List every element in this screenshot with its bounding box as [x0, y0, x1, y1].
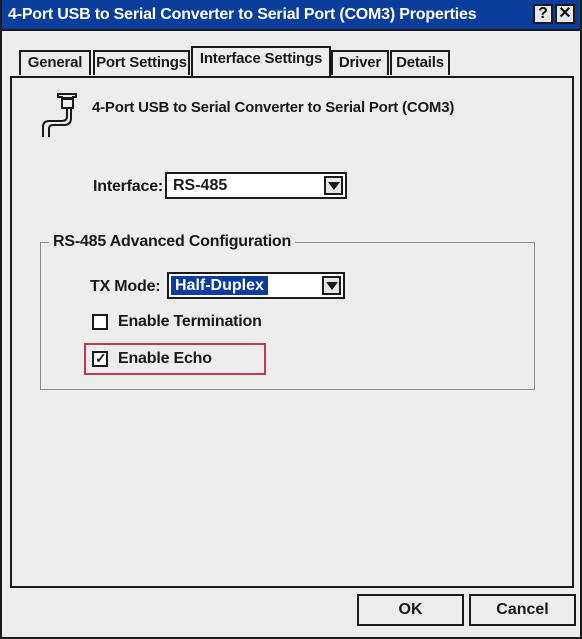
chevron-down-icon[interactable]	[322, 276, 341, 295]
tx-mode-label: TX Mode:	[90, 278, 161, 295]
device-name: 4-Port USB to Serial Converter to Serial…	[92, 99, 455, 116]
enable-termination-label[interactable]: Enable Termination	[118, 313, 262, 331]
enable-echo-label[interactable]: Enable Echo	[118, 350, 212, 368]
tab-driver[interactable]: Driver	[331, 50, 389, 75]
interface-value: RS-485	[173, 177, 228, 194]
help-button[interactable]: ?	[533, 4, 553, 24]
tab-port-settings[interactable]: Port Settings	[93, 50, 190, 75]
interface-label: Interface:	[93, 178, 164, 195]
tx-mode-select[interactable]: Half-Duplex	[167, 272, 345, 299]
cancel-button[interactable]: Cancel	[469, 594, 576, 626]
serial-port-icon	[42, 93, 77, 137]
interface-select[interactable]: RS-485	[165, 172, 347, 199]
window-title: 4-Port USB to Serial Converter to Serial…	[8, 6, 477, 23]
checkmark-icon: ✓	[95, 350, 107, 366]
enable-echo-checkbox[interactable]: ✓	[92, 350, 108, 367]
ok-button[interactable]: OK	[357, 594, 464, 626]
tx-mode-value: Half-Duplex	[171, 276, 268, 295]
properties-dialog: 4-Port USB to Serial Converter to Serial…	[0, 0, 582, 639]
chevron-down-icon[interactable]	[324, 176, 343, 195]
tab-details[interactable]: Details	[390, 50, 450, 75]
title-bar[interactable]: 4-Port USB to Serial Converter to Serial…	[2, 0, 580, 31]
tab-interface-settings[interactable]: Interface Settings	[191, 46, 331, 76]
enable-termination-checkbox[interactable]	[92, 314, 108, 330]
close-button[interactable]: ✕	[555, 4, 575, 24]
tab-general[interactable]: General	[19, 50, 91, 75]
rs485-advanced-title: RS-485 Advanced Configuration	[49, 233, 296, 251]
